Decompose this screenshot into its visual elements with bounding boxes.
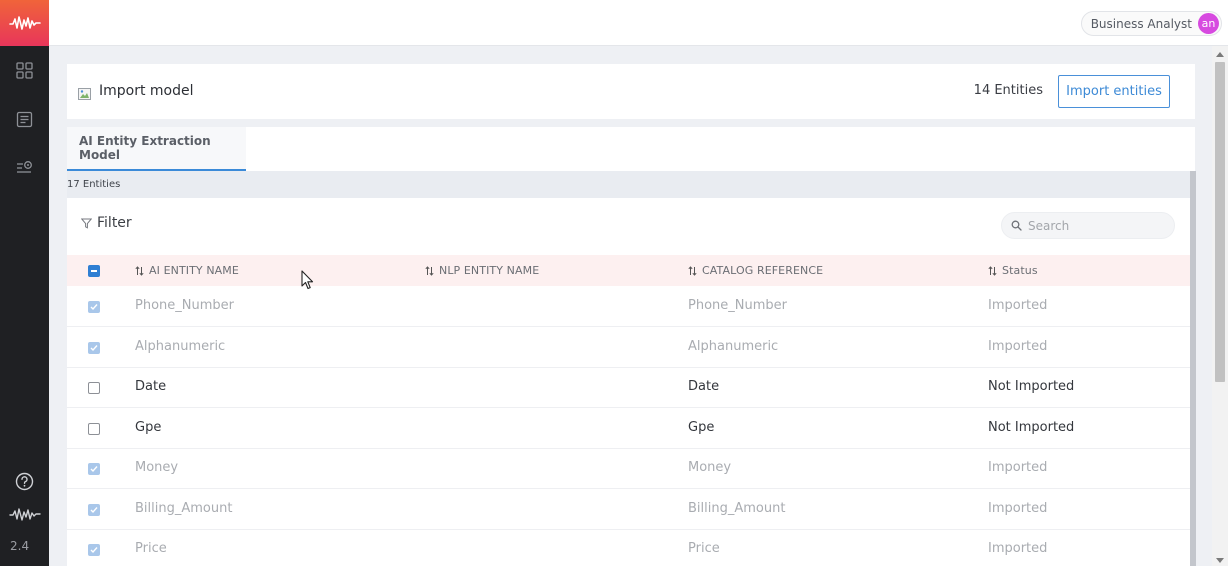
app-version: 2.4: [10, 539, 30, 553]
status: Imported: [988, 298, 1048, 313]
check-icon: [90, 304, 98, 311]
check-icon: [90, 466, 98, 473]
status: Imported: [988, 339, 1048, 354]
catalog-reference: Price: [688, 541, 720, 556]
tab-ai-entity-extraction-model[interactable]: AI Entity Extraction Model: [67, 127, 246, 171]
waveform-icon: [9, 507, 41, 521]
page-scrollbar-thumb[interactable]: [1215, 62, 1225, 382]
catalog-reference: Date: [688, 379, 720, 394]
sort-arrows-icon: [425, 265, 434, 276]
nav-dashboard[interactable]: [14, 60, 35, 81]
page-title: Import model: [99, 83, 194, 99]
status: Not Imported: [988, 420, 1075, 435]
sort-arrows-icon: [135, 265, 144, 276]
row-checkbox[interactable]: [88, 382, 100, 394]
filter-button[interactable]: Filter: [81, 215, 132, 231]
catalog-reference: Alphanumeric: [688, 339, 779, 354]
table-row[interactable]: Money Money Imported: [67, 448, 1190, 489]
ai-entity-name: Money: [135, 460, 179, 475]
avatar: an: [1198, 13, 1219, 34]
tab-bar: AI Entity Extraction Model: [67, 127, 1195, 171]
column-catalog-reference[interactable]: CATALOG REFERENCE: [688, 264, 823, 277]
status: Imported: [988, 460, 1048, 475]
row-checkbox[interactable]: [88, 463, 100, 475]
table-row[interactable]: Date Date Not Imported: [67, 367, 1190, 408]
search-box[interactable]: [1001, 212, 1175, 239]
ai-entity-name: Date: [135, 379, 167, 394]
check-icon: [90, 345, 98, 352]
filter-funnel-icon: [81, 218, 92, 229]
entities-total: 17 Entities: [67, 179, 121, 190]
document-list-icon: [16, 111, 33, 128]
sort-arrows-icon: [688, 265, 697, 276]
broken-image-icon: [78, 88, 91, 100]
settings-list-icon: [17, 161, 32, 173]
column-label: AI ENTITY NAME: [149, 264, 239, 277]
dashboard-grid-icon: [16, 62, 33, 79]
app-logo[interactable]: [0, 0, 49, 46]
table-row[interactable]: Billing_Amount Billing_Amount Imported: [67, 489, 1190, 530]
page-scrollbar[interactable]: [1212, 46, 1228, 566]
sort-arrows-icon: [988, 265, 997, 276]
help-button[interactable]: [14, 471, 35, 492]
help-circle-icon: [15, 472, 34, 491]
select-all-checkbox[interactable]: [88, 265, 100, 277]
table-header: AI ENTITY NAME NLP ENTITY NAME CATALOG R…: [67, 255, 1190, 286]
user-menu[interactable]: Business Analyst an: [1080, 11, 1222, 36]
entity-summary: 17 Entities: [67, 171, 1195, 198]
scroll-down-arrow-icon[interactable]: [1216, 558, 1224, 563]
ai-entity-name: Billing_Amount: [135, 501, 233, 516]
entity-count: 14 Entities: [973, 83, 1043, 98]
search-input[interactable]: [1028, 218, 1158, 233]
column-label: Status: [1002, 264, 1038, 277]
table-scrollbar-thumb[interactable]: [1190, 171, 1196, 566]
row-checkbox[interactable]: [88, 342, 100, 354]
table-row[interactable]: Price Price Imported: [67, 529, 1190, 566]
table-row[interactable]: Alphanumeric Alphanumeric Imported: [67, 327, 1190, 368]
catalog-reference: Gpe: [688, 420, 715, 435]
status: Imported: [988, 501, 1048, 516]
brand-footer: [9, 503, 41, 524]
entity-table-panel: Filter AI ENTITY NAME NLP ENTITY NAME CA…: [67, 198, 1190, 566]
column-nlp-entity-name[interactable]: NLP ENTITY NAME: [425, 264, 539, 277]
filter-label: Filter: [97, 215, 132, 231]
catalog-reference: Money: [688, 460, 732, 475]
waveform-logo-icon: [8, 16, 41, 30]
column-label: CATALOG REFERENCE: [702, 264, 824, 277]
scroll-up-arrow-icon[interactable]: [1216, 52, 1224, 57]
status: Imported: [988, 541, 1048, 556]
check-icon: [90, 547, 98, 554]
ai-entity-name: Gpe: [135, 420, 162, 435]
user-role: Business Analyst: [1090, 16, 1192, 31]
column-status[interactable]: Status: [988, 264, 1038, 277]
column-ai-entity-name[interactable]: AI ENTITY NAME: [135, 264, 239, 277]
column-label: NLP ENTITY NAME: [439, 264, 540, 277]
sidebar: 2.4: [0, 0, 49, 566]
row-checkbox[interactable]: [88, 544, 100, 556]
row-checkbox[interactable]: [88, 301, 100, 313]
search-icon: [1011, 220, 1022, 231]
catalog-reference: Billing_Amount: [688, 501, 786, 516]
table-row[interactable]: Gpe Gpe Not Imported: [67, 408, 1190, 449]
import-entities-button[interactable]: Import entities: [1058, 75, 1170, 108]
ai-entity-name: Alphanumeric: [135, 339, 226, 354]
ai-entity-name: Price: [135, 541, 167, 556]
mouse-cursor-icon: [301, 270, 314, 290]
table-row[interactable]: Phone_Number Phone_Number Imported: [67, 286, 1190, 327]
table-scrollbar[interactable]: [1190, 171, 1196, 566]
check-icon: [90, 507, 98, 514]
ai-entity-name: Phone_Number: [135, 298, 234, 313]
nav-settings[interactable]: [14, 157, 35, 178]
row-checkbox[interactable]: [88, 423, 100, 435]
import-header: Import model 14 Entities Import entities: [67, 64, 1195, 119]
status: Not Imported: [988, 379, 1075, 394]
top-bar: Business Analyst an: [49, 0, 1228, 46]
nav-documents[interactable]: [14, 109, 35, 130]
row-checkbox[interactable]: [88, 504, 100, 516]
catalog-reference: Phone_Number: [688, 298, 787, 313]
